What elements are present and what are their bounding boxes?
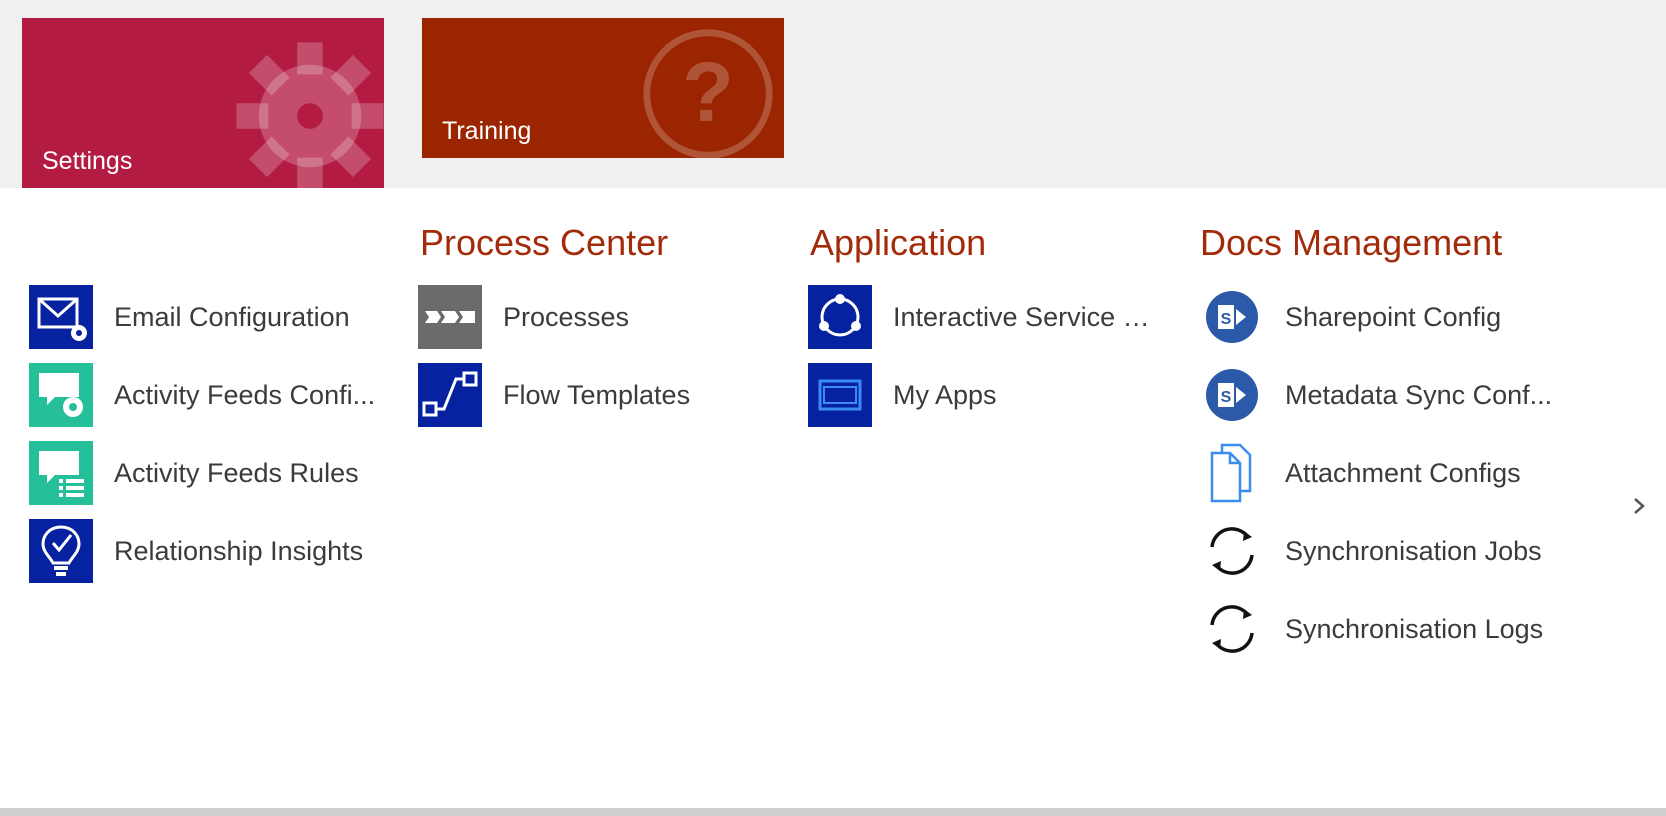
gear-icon: [236, 42, 384, 188]
training-tile[interactable]: ? Training: [422, 18, 784, 158]
email-config-icon: [29, 285, 93, 349]
item-label: Activity Feeds Rules: [114, 457, 359, 488]
item-interactive-service-hub[interactable]: Interactive Service H...: [808, 285, 1163, 349]
settings-tile[interactable]: Settings: [22, 18, 384, 188]
documents-icon: [1200, 441, 1264, 505]
item-activity-feeds-config[interactable]: Activity Feeds Confi...: [29, 363, 384, 427]
item-attachment-configs[interactable]: Attachment Configs: [1200, 441, 1555, 505]
item-flow-templates[interactable]: Flow Templates: [418, 363, 773, 427]
item-sharepoint-config[interactable]: S Sharepoint Config: [1200, 285, 1555, 349]
question-icon: ?: [643, 29, 773, 158]
item-label: Email Configuration: [114, 301, 350, 332]
svg-text:?: ?: [682, 45, 734, 139]
settings-tile-label: Settings: [42, 147, 133, 175]
interactive-service-hub-icon: [808, 285, 872, 349]
sync-icon: [1200, 519, 1264, 583]
item-label: Synchronisation Logs: [1285, 613, 1544, 644]
item-label: Metadata Sync Conf...: [1285, 379, 1553, 410]
section-title-process-center: Process Center: [420, 222, 669, 263]
sharepoint-icon: S: [1200, 285, 1264, 349]
item-label: Flow Templates: [503, 379, 691, 410]
training-tile-label: Training: [442, 117, 532, 145]
item-relationship-insights[interactable]: Relationship Insights: [29, 519, 384, 583]
item-label: My Apps: [893, 379, 997, 410]
item-metadata-sync-config[interactable]: S Metadata Sync Conf...: [1200, 363, 1555, 427]
item-email-configuration[interactable]: Email Configuration: [29, 285, 384, 349]
item-activity-feeds-rules[interactable]: Activity Feeds Rules: [29, 441, 384, 505]
item-label: Processes: [503, 301, 630, 332]
bottom-border: [0, 808, 1666, 816]
section-title-docs-management: Docs Management: [1200, 222, 1503, 263]
activity-feeds-rules-icon: [29, 441, 93, 505]
my-apps-icon: [808, 363, 872, 427]
item-my-apps[interactable]: My Apps: [808, 363, 1163, 427]
activity-feeds-config-icon: [29, 363, 93, 427]
sharepoint-icon: S: [1200, 363, 1264, 427]
sync-icon: [1200, 597, 1264, 661]
processes-icon: [418, 285, 482, 349]
item-processes[interactable]: Processes: [418, 285, 773, 349]
item-synchronisation-logs[interactable]: Synchronisation Logs: [1200, 597, 1555, 661]
item-label: Synchronisation Jobs: [1285, 535, 1542, 566]
item-label: Interactive Service H...: [893, 301, 1163, 332]
relationship-insights-icon: [29, 519, 93, 583]
section-title-application: Application: [810, 222, 987, 263]
item-synchronisation-jobs[interactable]: Synchronisation Jobs: [1200, 519, 1555, 583]
item-label: Attachment Configs: [1285, 457, 1521, 488]
svg-text:S: S: [1221, 389, 1232, 406]
item-label: Sharepoint Config: [1285, 301, 1502, 332]
svg-text:S: S: [1221, 311, 1232, 328]
item-label: Relationship Insights: [114, 535, 364, 566]
flow-templates-icon: [418, 363, 482, 427]
chevron-right-icon[interactable]: [1628, 488, 1652, 524]
item-label: Activity Feeds Confi...: [114, 379, 376, 410]
